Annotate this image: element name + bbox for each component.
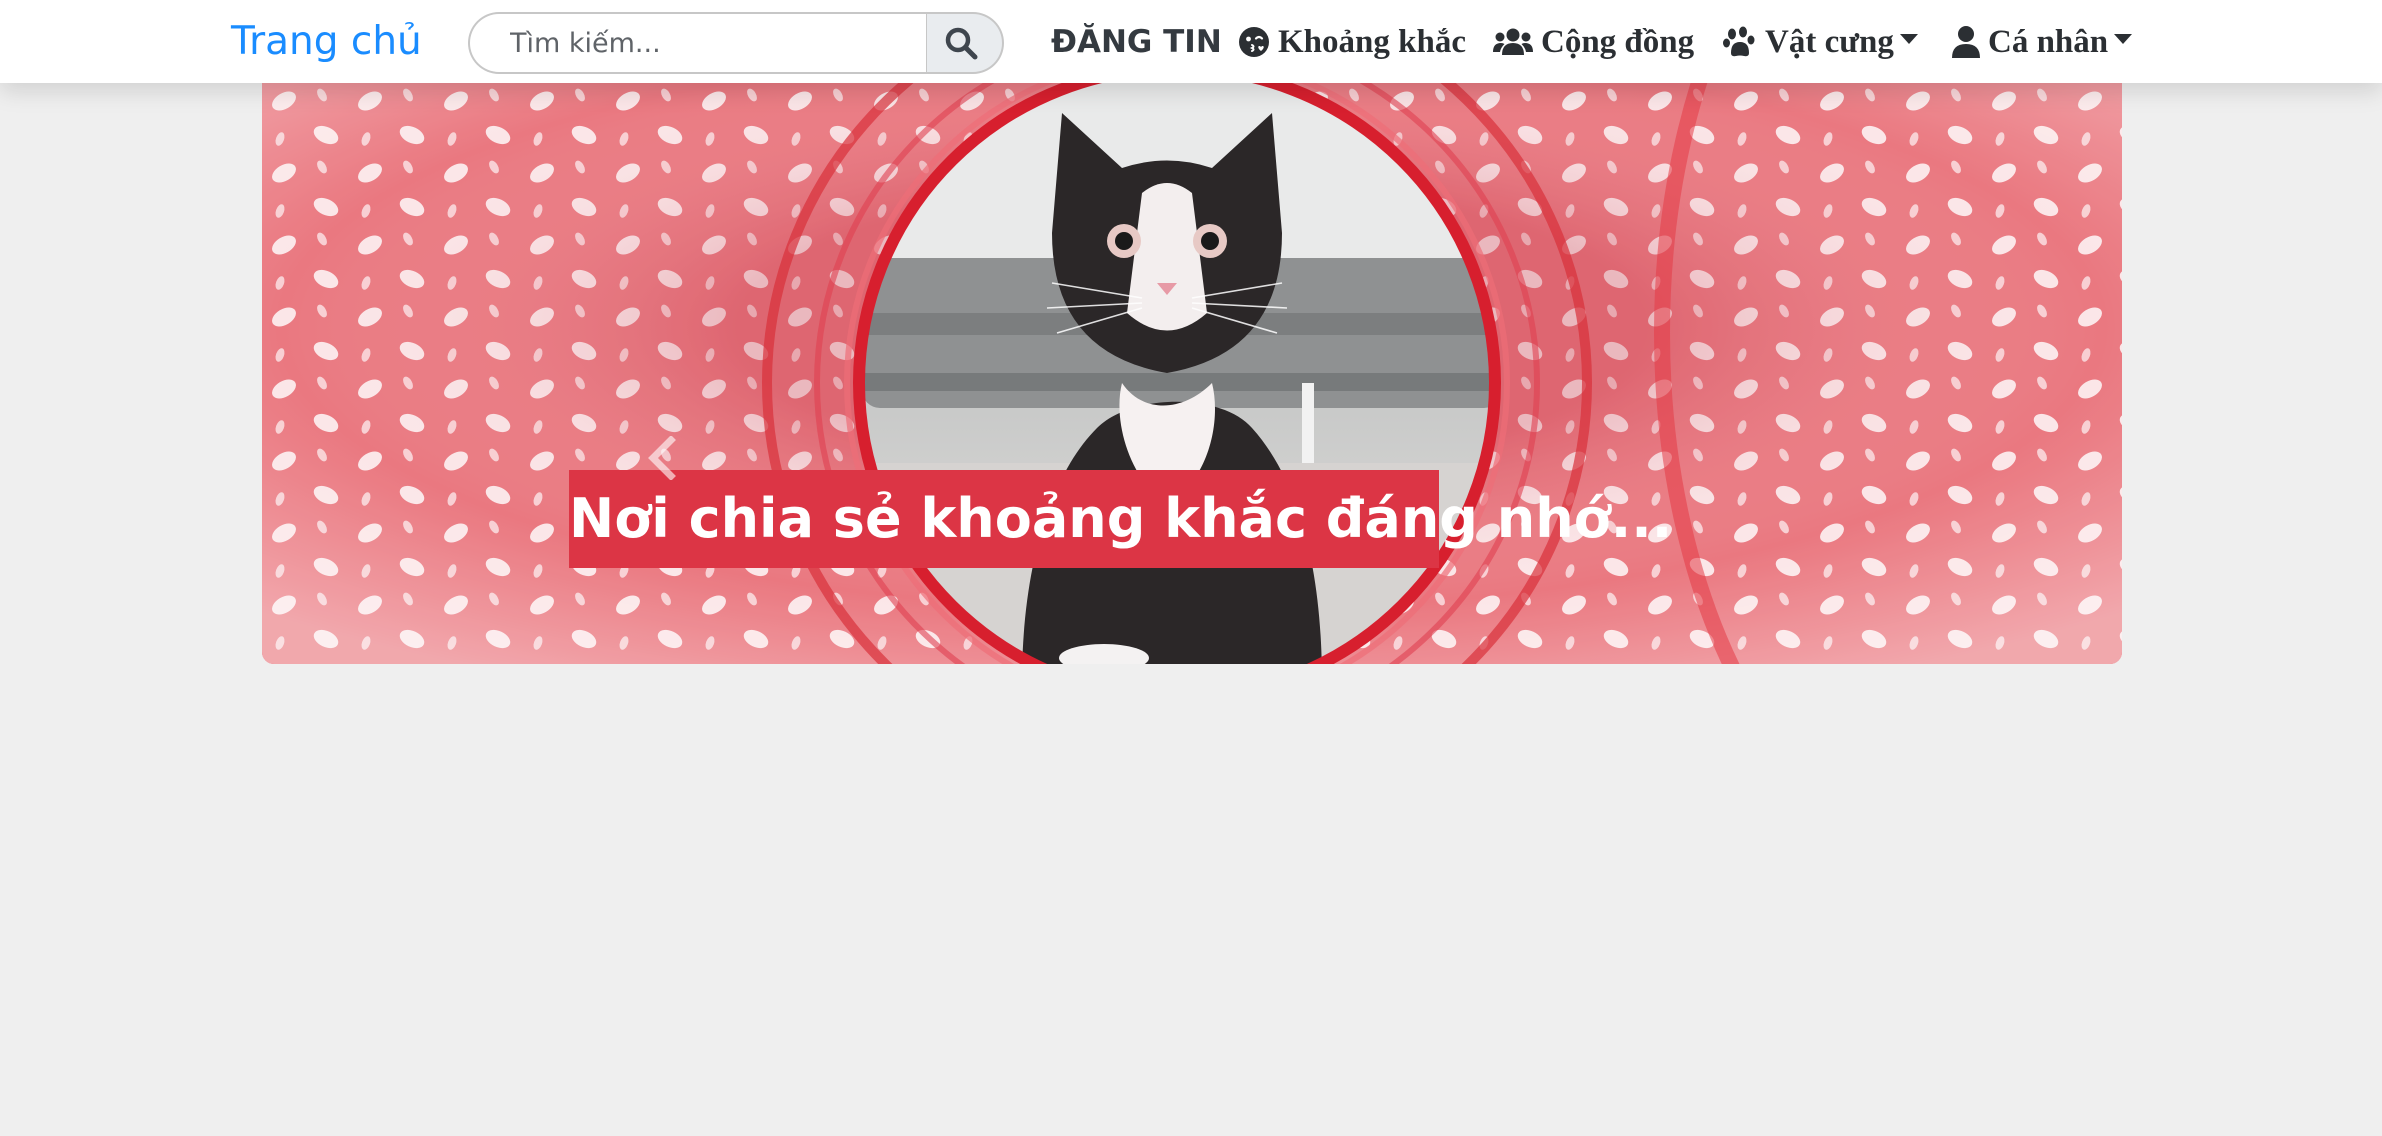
nav-community-link[interactable]: Cộng đồng [1493, 14, 1694, 70]
search-button[interactable] [926, 12, 1004, 74]
paw-icon [1723, 26, 1755, 57]
nav-community-label: Cộng đồng [1541, 23, 1695, 60]
search-form [468, 12, 1004, 74]
nav-post-button[interactable]: ĐĂNG TIN [1051, 14, 1222, 70]
cat-photo [262, 83, 2122, 664]
chevron-left-icon [648, 436, 676, 480]
face-kiss-icon [1239, 27, 1269, 57]
brand-home-link[interactable]: Trang chủ [231, 16, 422, 68]
nav-post-label: ĐĂNG TIN [1051, 24, 1222, 60]
nav-moments-link[interactable]: Khoảng khắc [1238, 14, 1466, 70]
search-input[interactable] [468, 12, 926, 74]
nav-profile-dropdown[interactable]: Cá nhân [1952, 14, 2133, 70]
nav-profile-label: Cá nhân [1988, 23, 2109, 60]
nav-pets-dropdown[interactable]: Vật cưng [1723, 14, 1918, 70]
users-icon [1493, 28, 1533, 55]
nav-pets-label: Vật cưng [1765, 23, 1894, 60]
hero-carousel: Nơi chia sẻ khoảng khắc đáng nhớ... [262, 83, 2122, 664]
carousel-prev-button[interactable] [632, 413, 692, 503]
user-icon [1952, 26, 1980, 58]
nav-moments-label: Khoảng khắc [1278, 23, 1466, 60]
top-navbar: Trang chủ ĐĂNG TIN Khoảng khắc [0, 0, 2382, 83]
carousel-caption: Nơi chia sẻ khoảng khắc đáng nhớ... [569, 470, 1672, 568]
search-icon [945, 27, 977, 60]
caret-down-icon [1899, 34, 1918, 44]
caret-down-icon [2114, 34, 2133, 44]
